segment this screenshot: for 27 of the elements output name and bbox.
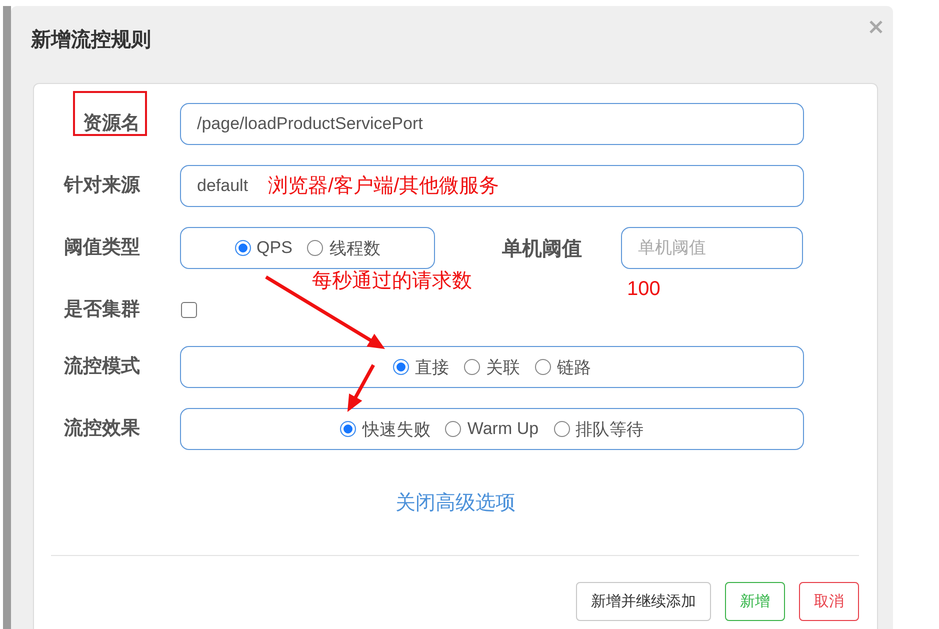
field-label: 是否集群 (64, 299, 140, 321)
radio-option[interactable]: 排队等待 (554, 418, 644, 440)
field-value: default (197, 176, 248, 196)
add-and-continue-button[interactable]: 新增并继续添加 (576, 582, 711, 621)
field-value: /page/loadProductServicePort (197, 114, 423, 134)
input-field[interactable]: /page/loadProductServicePort (180, 103, 804, 145)
radio-option[interactable]: 线程数 (307, 236, 380, 260)
input-field[interactable]: default 浏览器/客户端/其他微服务 (180, 165, 804, 207)
field-label: 针对来源 (64, 175, 140, 197)
radio-option[interactable]: 关联 (464, 356, 520, 378)
field-label: 单机阈值 (502, 236, 582, 262)
annotation-note: 浏览器/客户端/其他微服务 (268, 174, 500, 198)
radio-option[interactable]: QPS (234, 238, 292, 258)
field-label: 流控模式 (64, 356, 140, 378)
field-label: 流控效果 (64, 418, 140, 440)
radio-option[interactable]: 直接 (393, 356, 449, 378)
annotation-note: 100 (627, 278, 660, 301)
annotation-note: 每秒通过的请求数 (312, 270, 472, 293)
dialog-title: 新增流控规则 (31, 29, 151, 51)
input-field[interactable]: 单机阈值 (621, 227, 803, 269)
radio-option[interactable]: 快速失败 (340, 418, 430, 440)
field-label: 阈值类型 (64, 237, 140, 259)
radio-option[interactable]: Warm Up (445, 419, 539, 439)
radio-option[interactable]: 链路 (535, 356, 591, 378)
field-label: 资源名 (83, 113, 140, 135)
checkbox[interactable] (181, 302, 197, 318)
cancel-button[interactable]: 取消 (799, 582, 859, 621)
